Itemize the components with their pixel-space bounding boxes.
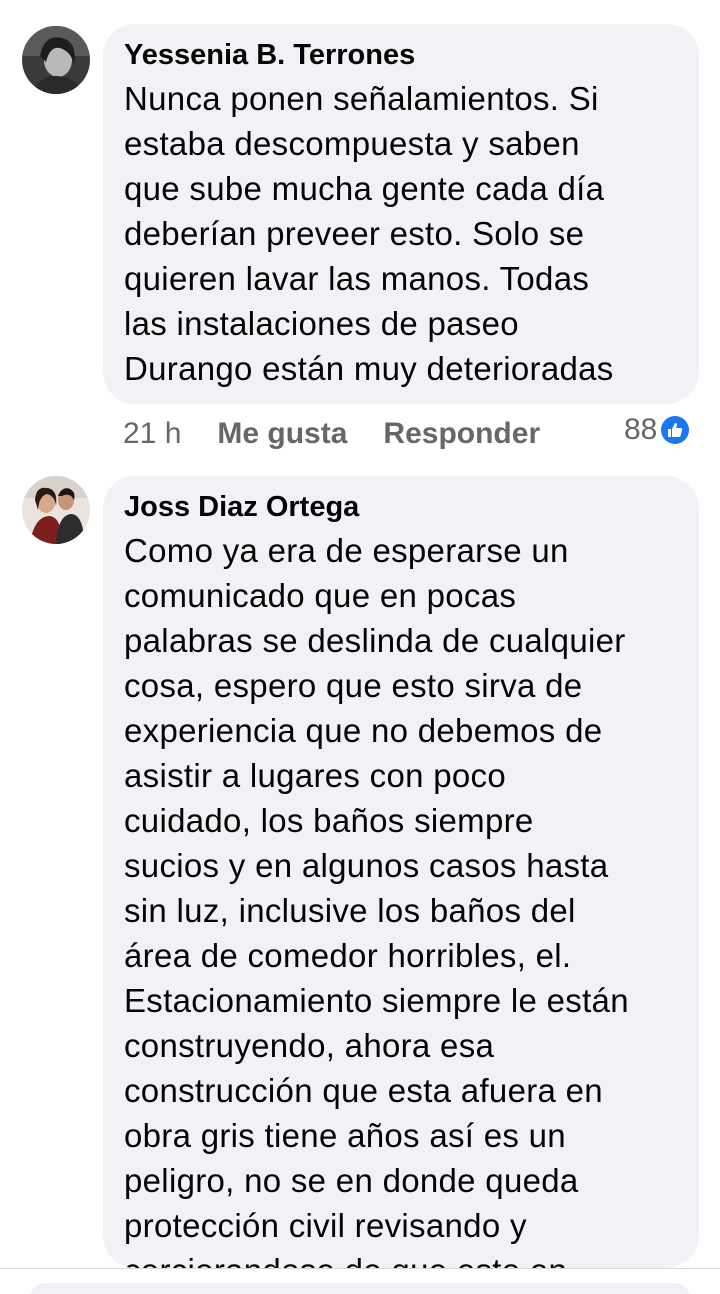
reply-button[interactable]: Responder bbox=[383, 417, 540, 451]
avatar-photo-icon bbox=[22, 26, 90, 94]
reaction-summary[interactable]: 88 bbox=[624, 410, 690, 450]
comment-bubble: Joss Diaz Ortega Como ya era de esperars… bbox=[103, 476, 699, 1268]
comment-text: Nunca ponen señalamientos. Si estaba des… bbox=[124, 80, 614, 387]
comment-actions: 21 h Me gusta Responder bbox=[123, 414, 540, 454]
comment-text: Como ya era de esperarse un comunicado q… bbox=[124, 532, 629, 1268]
bottom-divider bbox=[0, 1268, 720, 1294]
like-button[interactable]: Me gusta bbox=[217, 417, 347, 451]
like-icon bbox=[661, 416, 690, 444]
avatar[interactable] bbox=[22, 26, 90, 94]
comment-author[interactable]: Yessenia B. Terrones bbox=[124, 38, 679, 72]
comments-screen: Yessenia B. Terrones Nunca ponen señalam… bbox=[0, 0, 720, 1294]
reaction-count: 88 bbox=[624, 413, 658, 446]
comment-author[interactable]: Joss Diaz Ortega bbox=[124, 490, 679, 524]
comment-bubble: Yessenia B. Terrones Nunca ponen señalam… bbox=[103, 24, 699, 404]
avatar-photo-icon bbox=[22, 476, 90, 544]
comment-timestamp[interactable]: 21 h bbox=[123, 417, 181, 451]
avatar[interactable] bbox=[22, 476, 90, 544]
next-comment-bubble bbox=[30, 1283, 690, 1294]
